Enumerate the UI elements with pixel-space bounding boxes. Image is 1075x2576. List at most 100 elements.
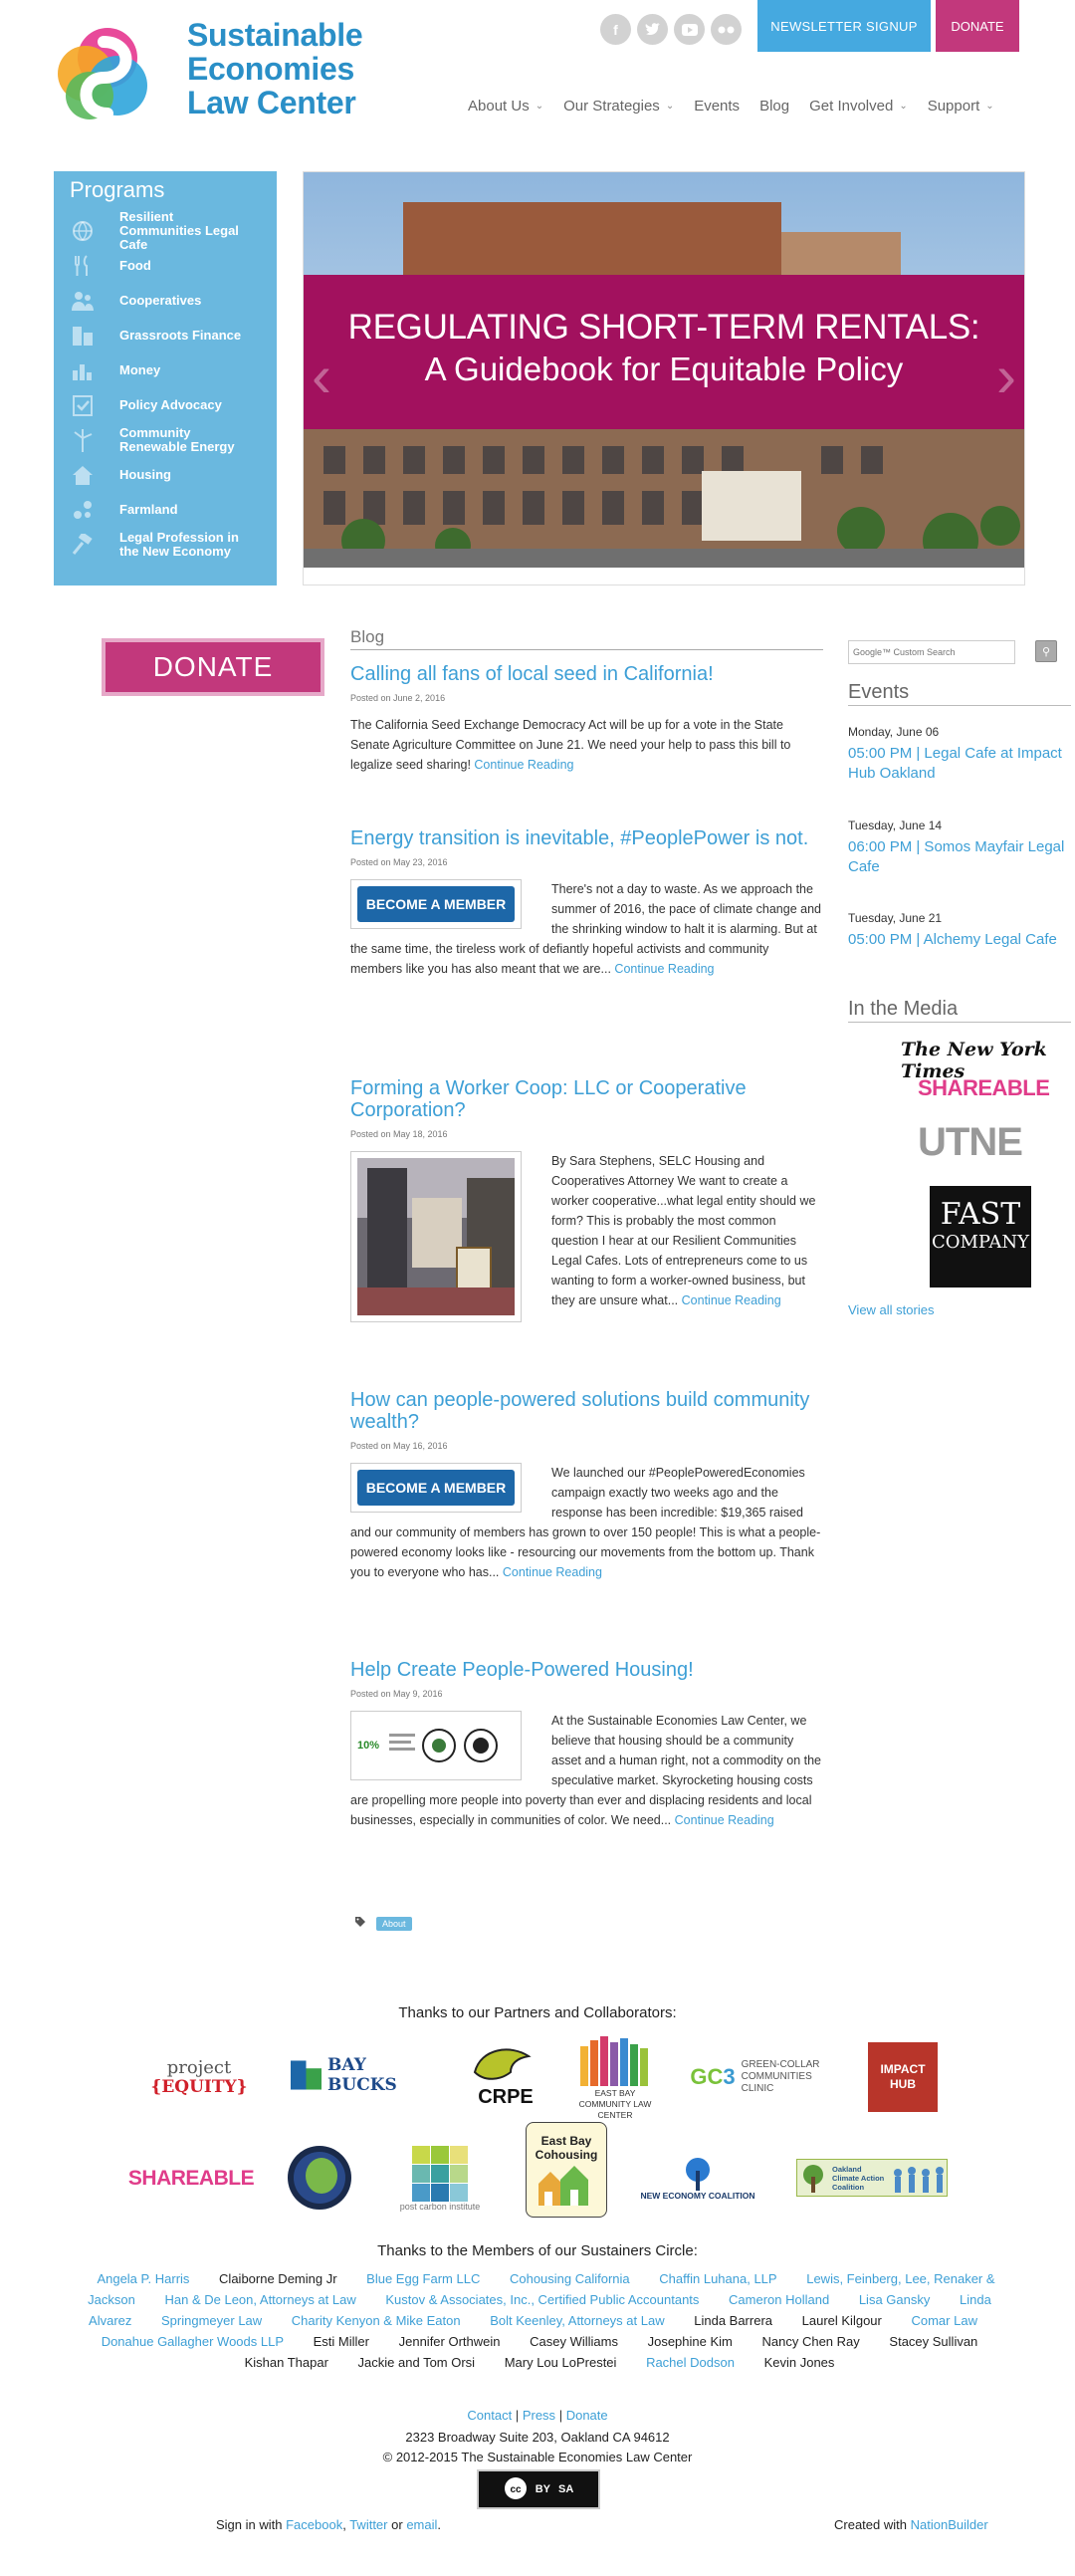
program-item-policy-advocacy[interactable]: Policy Advocacy: [70, 387, 277, 422]
utne-logo[interactable]: UTNE: [918, 1120, 1023, 1165]
sustainer-link[interactable]: Chaffin Luhana, LLP: [659, 2271, 776, 2286]
sustainer-name: Jackie and Tom Orsi: [357, 2355, 476, 2370]
nav-item-blog[interactable]: Blog: [759, 98, 789, 115]
sustainer-link[interactable]: Comar Law: [911, 2313, 976, 2328]
program-item-grassroots-finance[interactable]: Grassroots Finance: [70, 318, 277, 352]
post-carbon-logo[interactable]: post carbon institute: [390, 2141, 490, 2217]
program-item-legal-cafe[interactable]: Resilient Communities Legal Cafe: [70, 209, 277, 251]
blog-post: Energy transition is inevitable, #People…: [350, 827, 823, 979]
footer-donate-link[interactable]: Donate: [566, 2408, 608, 2423]
facebook-icon[interactable]: f: [600, 14, 631, 45]
nav-item-events[interactable]: Events: [694, 98, 740, 115]
continue-reading-link[interactable]: Continue Reading: [614, 962, 714, 976]
sustainer-link[interactable]: Blue Egg Farm LLC: [366, 2271, 480, 2286]
impact-hub-logo[interactable]: IMPACT HUB: [868, 2042, 938, 2112]
sustainer-link[interactable]: Cameron Holland: [729, 2292, 829, 2307]
event-link[interactable]: 05:00 PM | Alchemy Legal Cafe: [848, 931, 1057, 948]
sustainer-link[interactable]: Bolt Keenley, Attorneys at Law: [490, 2313, 664, 2328]
shareable-partner-logo[interactable]: SHAREABLE: [128, 2159, 255, 2199]
become-member-image: BECOME A MEMBER: [357, 886, 515, 922]
sustainer-link[interactable]: Springmeyer Law: [161, 2313, 262, 2328]
post-title[interactable]: Help Create People-Powered Housing!: [350, 1659, 823, 1681]
shareable-logo[interactable]: SHAREABLE: [918, 1075, 1050, 1101]
project-equity-logo[interactable]: project {EQUITY}: [149, 2053, 249, 2103]
program-item-legal-profession[interactable]: Legal Profession in the New Economy: [70, 527, 277, 562]
program-item-housing[interactable]: Housing: [70, 457, 277, 492]
people-silhouettes-icon: [894, 2167, 944, 2193]
sustainer-link[interactable]: Lisa Gansky: [859, 2292, 931, 2307]
footer-contact-link[interactable]: Contact: [467, 2408, 512, 2423]
continue-reading-link[interactable]: Continue Reading: [503, 1565, 602, 1579]
nav-item-support[interactable]: Support ⌄: [928, 98, 994, 115]
newsletter-signup-button[interactable]: NEWSLETTER SIGNUP: [757, 0, 931, 52]
post-thumbnail[interactable]: BECOME A MEMBER: [350, 1463, 522, 1513]
sustainer-link[interactable]: Rachel Dodson: [646, 2355, 735, 2370]
sustainer-link[interactable]: Angela P. Harris: [97, 2271, 189, 2286]
post-thumbnail[interactable]: 10%: [350, 1711, 522, 1780]
sustainer-link[interactable]: Kustov & Associates, Inc., Certified Pub…: [385, 2292, 699, 2307]
continue-reading-link[interactable]: Continue Reading: [675, 1813, 774, 1827]
programs-panel: Programs Resilient Communities Legal Caf…: [54, 171, 277, 585]
oakland-climate-action-logo[interactable]: Oakland Climate Action Coalition: [796, 2159, 948, 2197]
creative-commons-badge[interactable]: cc BY SA: [477, 2469, 600, 2509]
sustainer-link[interactable]: Han & De Leon, Attorneys at Law: [165, 2292, 356, 2307]
event-link[interactable]: 05:00 PM | Legal Cafe at Impact Hub Oakl…: [848, 745, 1062, 782]
eastbay-clc-logo[interactable]: EAST BAY COMMUNITY LAW CENTER: [575, 2031, 655, 2125]
site-logo[interactable]: Sustainable Economies Law Center: [52, 18, 370, 132]
donate-button-header[interactable]: DONATE: [936, 0, 1019, 52]
post-title[interactable]: Calling all fans of local seed in Califo…: [350, 663, 823, 685]
post-title[interactable]: Forming a Worker Coop: LLC or Cooperativ…: [350, 1077, 823, 1121]
chevron-right-icon[interactable]: ›: [996, 342, 1016, 410]
sustainer-link[interactable]: Charity Kenyon & Mike Eaton: [292, 2313, 461, 2328]
sustainer-link[interactable]: Donahue Gallagher Woods LLP: [102, 2334, 284, 2349]
house-icon: [70, 463, 96, 487]
eastbay-cohousing-logo[interactable]: East Bay Cohousing: [526, 2122, 607, 2218]
gc3-logo[interactable]: GC3 GREEN-COLLAR COMMUNITIES CLINIC: [683, 2057, 834, 2097]
program-item-money[interactable]: Money: [70, 352, 277, 387]
search-button[interactable]: ⚲: [1035, 640, 1057, 662]
hero-slider[interactable]: REGULATING SHORT-TERM RENTALS: A Guidebo…: [303, 171, 1025, 585]
sustainer-name: Nancy Chen Ray: [761, 2334, 860, 2349]
program-item-food[interactable]: Food: [70, 248, 277, 283]
view-all-stories-link[interactable]: View all stories: [848, 1302, 934, 1317]
tag-about[interactable]: About: [376, 1916, 412, 1931]
partner-circle-logo[interactable]: [285, 2143, 354, 2213]
continue-reading-link[interactable]: Continue Reading: [474, 758, 573, 772]
fast-company-logo[interactable]: FAST COMPANY: [930, 1186, 1031, 1288]
post-title[interactable]: Energy transition is inevitable, #People…: [350, 827, 823, 849]
search-input[interactable]: [848, 640, 1015, 664]
blog-post: Calling all fans of local seed in Califo…: [350, 663, 823, 775]
post-thumbnail[interactable]: BECOME A MEMBER: [350, 879, 522, 929]
post-title[interactable]: How can people-powered solutions build c…: [350, 1389, 823, 1433]
post-thumbnail[interactable]: [350, 1151, 522, 1322]
street-photo-image: [357, 1158, 515, 1315]
program-item-farmland[interactable]: Farmland: [70, 492, 277, 527]
hero-subtitle: A Guidebook for Equitable Policy: [424, 351, 904, 387]
nav-item-get-involved[interactable]: Get Involved ⌄: [809, 98, 908, 115]
new-economy-coalition-logo[interactable]: NEW ECONOMY COALITION: [633, 2151, 762, 2207]
continue-reading-link[interactable]: Continue Reading: [682, 1293, 781, 1307]
bay-bucks-logo[interactable]: BAY BUCKS: [291, 2055, 438, 2095]
crpe-logo[interactable]: CRPE: [468, 2039, 543, 2111]
flickr-icon[interactable]: [711, 14, 742, 45]
nav-item-about-us[interactable]: About Us ⌄: [468, 98, 543, 115]
twitter-signin-link[interactable]: Twitter: [349, 2517, 387, 2532]
people-icon: [70, 289, 96, 313]
facebook-signin-link[interactable]: Facebook: [286, 2517, 342, 2532]
chevron-left-icon[interactable]: ‹: [312, 342, 331, 410]
program-item-cooperatives[interactable]: Cooperatives: [70, 283, 277, 318]
sustainer-link[interactable]: Cohousing California: [510, 2271, 630, 2286]
youtube-icon[interactable]: [674, 14, 705, 45]
main-nav: About Us ⌄ Our Strategies ⌄ Events Blog Ge…: [468, 98, 994, 115]
email-signin-link[interactable]: email: [406, 2517, 437, 2532]
nav-item-our-strategies[interactable]: Our Strategies ⌄: [563, 98, 674, 115]
footer-press-link[interactable]: Press: [523, 2408, 555, 2423]
donate-button-sidebar[interactable]: DONATE: [102, 638, 324, 696]
twitter-icon[interactable]: [637, 14, 668, 45]
sustainer-name: Stacey Sullivan: [889, 2334, 978, 2349]
nav-label: Our Strategies: [563, 98, 660, 115]
event-link[interactable]: 06:00 PM | Somos Mayfair Legal Cafe: [848, 838, 1064, 875]
nationbuilder-link[interactable]: NationBuilder: [911, 2517, 988, 2532]
post-carbon-icon: [412, 2146, 468, 2202]
program-item-renewable-energy[interactable]: Community Renewable Energy: [70, 422, 277, 457]
